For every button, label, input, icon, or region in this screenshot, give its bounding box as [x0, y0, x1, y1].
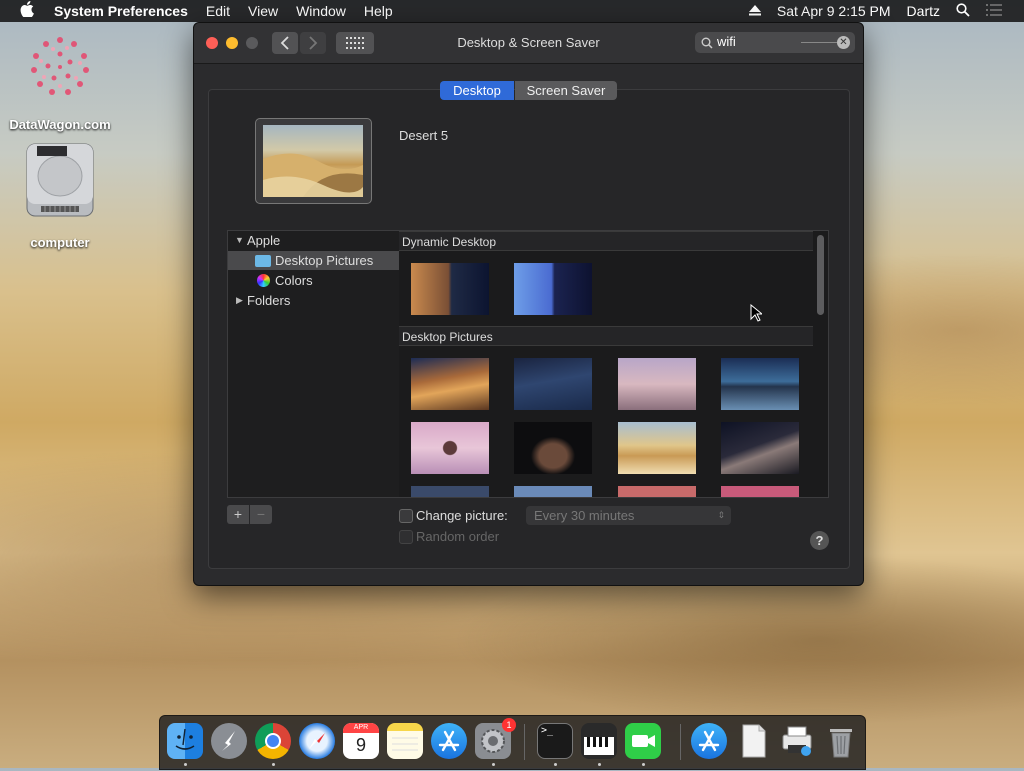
- facetime-icon[interactable]: [625, 723, 661, 759]
- mouse-pointer-icon: [750, 303, 764, 327]
- thumbnail-dark-city[interactable]: [514, 422, 592, 474]
- desktop-screen-saver-window: Desktop & Screen Saver wifi ✕ Desktop Sc…: [193, 22, 864, 586]
- piano-icon[interactable]: [581, 723, 617, 759]
- app-store-icon[interactable]: [431, 723, 467, 759]
- running-indicator: [184, 763, 187, 766]
- tab-desktop[interactable]: Desktop: [440, 81, 514, 100]
- thumbnail-partial-3[interactable]: [618, 486, 696, 497]
- calendar-day: 9: [355, 735, 366, 755]
- thumbnail-mojave-night[interactable]: [514, 358, 592, 410]
- notes-icon[interactable]: [387, 723, 423, 759]
- sidebar-item-colors[interactable]: Colors: [228, 271, 399, 290]
- printer-icon[interactable]: [779, 723, 815, 759]
- random-order-label: Random order: [416, 529, 500, 544]
- app-store-downloads-icon[interactable]: [691, 723, 727, 759]
- change-interval-value: Every 30 minutes: [534, 508, 635, 523]
- section-header-dynamic-desktop: Dynamic Desktop: [399, 231, 813, 251]
- terminal-icon[interactable]: >_: [537, 723, 573, 759]
- menu-help[interactable]: Help: [364, 3, 393, 19]
- running-indicator: [598, 763, 601, 766]
- datawagon-logo-icon: [24, 30, 96, 102]
- menu-clock[interactable]: Sat Apr 9 2:15 PM: [777, 3, 891, 19]
- thumbnail-partial-4[interactable]: [721, 486, 799, 497]
- running-indicator: [272, 763, 275, 766]
- menu-view[interactable]: View: [248, 3, 278, 19]
- change-interval-select[interactable]: Every 30 minutes ⇕: [526, 506, 731, 525]
- add-folder-button[interactable]: +: [227, 505, 249, 524]
- apple-menu-icon[interactable]: [20, 1, 38, 21]
- menu-edit[interactable]: Edit: [206, 3, 230, 19]
- search-input[interactable]: wifi: [717, 34, 736, 49]
- dock-divider: [524, 724, 525, 760]
- change-picture-checkbox[interactable]: [399, 509, 413, 523]
- search-icon: [701, 37, 713, 49]
- dock-divider: [680, 724, 681, 760]
- notification-center-icon[interactable]: [986, 3, 1002, 19]
- calendar-icon[interactable]: APR 9: [343, 723, 379, 759]
- thumbnail-mojave-day[interactable]: [411, 358, 489, 410]
- disclosure-down-icon[interactable]: ▼: [235, 231, 244, 250]
- source-list: ▼ Apple Desktop Pictures Colors ▶ Folder…: [227, 230, 400, 498]
- thumbnail-partial-2[interactable]: [514, 486, 592, 497]
- remove-folder-button[interactable]: −: [250, 505, 272, 524]
- tab-screen-saver[interactable]: Screen Saver: [515, 81, 617, 100]
- sidebar-item-label: Desktop Pictures: [275, 253, 374, 268]
- sidebar-item-label: Apple: [247, 233, 281, 248]
- hard-drive-icon: [23, 140, 97, 218]
- trash-icon[interactable]: [823, 723, 859, 759]
- clear-search-icon[interactable]: ✕: [837, 36, 850, 49]
- thumbnail-mojave-dynamic[interactable]: [411, 263, 489, 315]
- desktop-icon-label: DataWagon.com: [9, 117, 111, 132]
- folder-icon: [255, 255, 271, 267]
- eject-icon[interactable]: [748, 3, 761, 19]
- thumbnail-high-sierra-rock[interactable]: [618, 358, 696, 410]
- document-icon[interactable]: [735, 723, 771, 759]
- sidebar-item-folders[interactable]: ▶ Folders: [228, 291, 399, 310]
- current-picture-preview: [255, 118, 372, 204]
- thumbnail-desert-5[interactable]: [618, 422, 696, 474]
- system-preferences-icon[interactable]: 1: [475, 718, 516, 759]
- random-order-checkbox[interactable]: [399, 530, 413, 544]
- menu-app-name[interactable]: System Preferences: [54, 3, 188, 19]
- thumbnail-dark-dune[interactable]: [721, 422, 799, 474]
- section-header-desktop-pictures: Desktop Pictures: [399, 326, 813, 346]
- thumbnail-partial-1[interactable]: [411, 486, 489, 497]
- sidebar-item-apple[interactable]: ▼ Apple: [228, 231, 399, 250]
- safari-icon[interactable]: [299, 723, 335, 759]
- dock: APR 9 1 >_: [159, 715, 866, 770]
- finder-icon[interactable]: [167, 723, 203, 759]
- desktop-icon-computer[interactable]: computer: [10, 140, 110, 250]
- menu-bar: System Preferences Edit View Window Help…: [0, 0, 1024, 22]
- desktop-icon-label: computer: [30, 235, 90, 250]
- color-wheel-icon: [257, 274, 270, 287]
- disclosure-right-icon[interactable]: ▶: [236, 291, 243, 310]
- running-indicator: [554, 763, 557, 766]
- thumbnail-solar-gradients[interactable]: [514, 263, 592, 315]
- notification-badge: 1: [502, 718, 516, 732]
- menu-window[interactable]: Window: [296, 3, 346, 19]
- help-button[interactable]: ?: [810, 531, 829, 550]
- running-indicator: [492, 763, 495, 766]
- change-picture-label: Change picture:: [416, 508, 508, 523]
- chrome-icon[interactable]: [255, 723, 291, 759]
- vertical-scrollbar[interactable]: [817, 235, 824, 315]
- current-picture-image: [263, 125, 363, 197]
- thumbnail-lake-mountains[interactable]: [721, 358, 799, 410]
- sidebar-item-label: Colors: [275, 273, 313, 288]
- running-indicator: [642, 763, 645, 766]
- picture-grid: Dynamic Desktop Desktop Pictures: [399, 230, 829, 498]
- menu-user[interactable]: Dartz: [907, 3, 940, 19]
- updown-chevron-icon: ⇕: [717, 510, 725, 520]
- window-titlebar[interactable]: Desktop & Screen Saver wifi ✕: [194, 23, 863, 64]
- spotlight-icon[interactable]: [956, 2, 970, 20]
- thumbnail-pink-rock[interactable]: [411, 422, 489, 474]
- current-picture-name: Desert 5: [399, 128, 449, 143]
- calendar-month: APR: [343, 723, 379, 733]
- search-underline: [801, 42, 837, 43]
- sidebar-item-label: Folders: [247, 293, 291, 308]
- search-field[interactable]: wifi ✕: [695, 32, 855, 53]
- sidebar-item-desktop-pictures[interactable]: Desktop Pictures: [228, 251, 399, 270]
- desktop-icon-datawagon[interactable]: DataWagon.com: [5, 30, 115, 132]
- launchpad-icon[interactable]: [211, 723, 247, 759]
